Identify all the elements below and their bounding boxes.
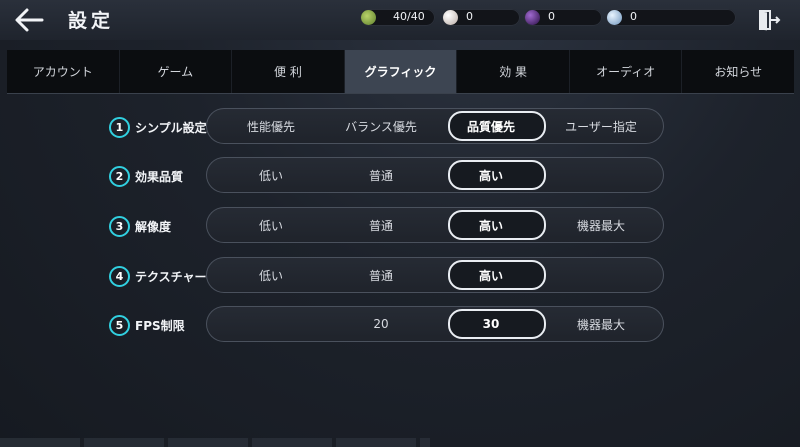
option-label: ユーザー指定 [565,119,637,134]
option-custom[interactable]: ユーザー指定 [544,108,658,144]
option-fps-20[interactable]: 20 [324,306,438,342]
dark-orb-counter[interactable]: 0 [524,9,602,26]
option-selector: 20 30 機器最大 [206,306,664,342]
option-device-max[interactable]: 機器最大 [544,207,658,243]
setting-row-texture: 4 テクスチャー 低い 普通 高い [106,257,666,297]
option-high[interactable]: 高い [434,207,548,243]
option-label: 低い [258,218,283,233]
tab-audio[interactable]: オーディオ [570,50,683,93]
option-fps-30[interactable]: 30 [434,306,548,342]
setting-row-effect-quality: 2 効果品質 低い 普通 高い [106,157,666,197]
option-selector: 低い 普通 高い [206,157,664,193]
setting-label: 効果品質 [135,170,184,184]
option-label: 普通 [368,268,393,283]
row-number-badge: 5 [109,315,130,336]
row-number-badge: 4 [109,266,130,287]
silver-coin-value: 0 [630,10,637,23]
option-performance[interactable]: 性能優先 [214,108,328,144]
header-bar: 設定 40/40 0 0 0 [0,0,800,40]
tab-graphics[interactable]: グラフィック [344,50,458,93]
row-number-badge: 1 [109,117,130,138]
pearl-counter[interactable]: 0 [442,9,520,26]
tab-account[interactable]: アカウント [7,50,120,93]
stamina-value: 40/40 [393,10,425,23]
option-label: 性能優先 [246,119,295,134]
silver-coin-icon [607,10,622,25]
option-label: 30 [482,317,500,331]
option-label: 普通 [368,168,393,183]
bottom-strip [0,438,430,447]
settings-tabs: アカウント ゲーム 便 利 グラフィック 効 果 オーディオ お知らせ [7,50,794,93]
setting-label: シンプル設定 [135,121,207,135]
option-label: 普通 [368,218,393,233]
option-selector: 低い 普通 高い [206,257,664,293]
option-label: バランス優先 [345,119,417,134]
setting-row-resolution: 3 解像度 低い 普通 高い 機器最大 [106,207,666,247]
option-low[interactable]: 低い [214,257,328,293]
tab-convenience[interactable]: 便 利 [232,50,345,93]
option-selector: 性能優先 バランス優先 品質優先 ユーザー指定 [206,108,664,144]
option-label: 低い [258,168,283,183]
pearl-value: 0 [466,10,473,23]
tab-divider [7,93,794,94]
back-arrow-icon[interactable] [12,6,48,34]
option-low[interactable]: 低い [214,207,328,243]
exit-door-icon[interactable] [757,8,781,32]
option-normal[interactable]: 普通 [324,207,438,243]
option-label: 高い [478,268,503,283]
pearl-icon [443,10,458,25]
setting-row-simple: 1 シンプル設定 性能優先 バランス優先 品質優先 ユーザー指定 [106,108,666,148]
option-label: 機器最大 [576,218,625,233]
option-label: 高い [478,168,503,183]
option-low[interactable]: 低い [214,157,328,193]
silver-coin-counter[interactable]: 0 [606,9,736,26]
row-number-badge: 3 [109,216,130,237]
option-normal[interactable]: 普通 [324,257,438,293]
option-selector: 低い 普通 高い 機器最大 [206,207,664,243]
tab-effects[interactable]: 効 果 [457,50,570,93]
setting-label: テクスチャー [135,270,207,284]
option-normal[interactable]: 普通 [324,157,438,193]
setting-label: 解像度 [135,220,172,234]
option-label: 高い [478,218,503,233]
option-label: 20 [373,317,389,331]
row-number-badge: 2 [109,166,130,187]
page-title: 設定 [68,10,115,32]
stamina-icon [361,10,376,25]
setting-row-fps-limit: 5 FPS制限 20 30 機器最大 [106,306,666,346]
dark-orb-icon [525,10,540,25]
dark-orb-value: 0 [548,10,555,23]
stamina-counter[interactable]: 40/40 [360,9,435,26]
option-label: 低い [258,268,283,283]
option-high[interactable]: 高い [434,257,548,293]
tab-game[interactable]: ゲーム [120,50,233,93]
option-balance[interactable]: バランス優先 [324,108,438,144]
tab-notices[interactable]: お知らせ [682,50,794,93]
option-quality[interactable]: 品質優先 [434,108,548,144]
option-label: 機器最大 [576,317,625,332]
option-high[interactable]: 高い [434,157,548,193]
setting-label: FPS制限 [135,319,185,333]
option-label: 品質優先 [466,119,515,134]
option-device-max[interactable]: 機器最大 [544,306,658,342]
